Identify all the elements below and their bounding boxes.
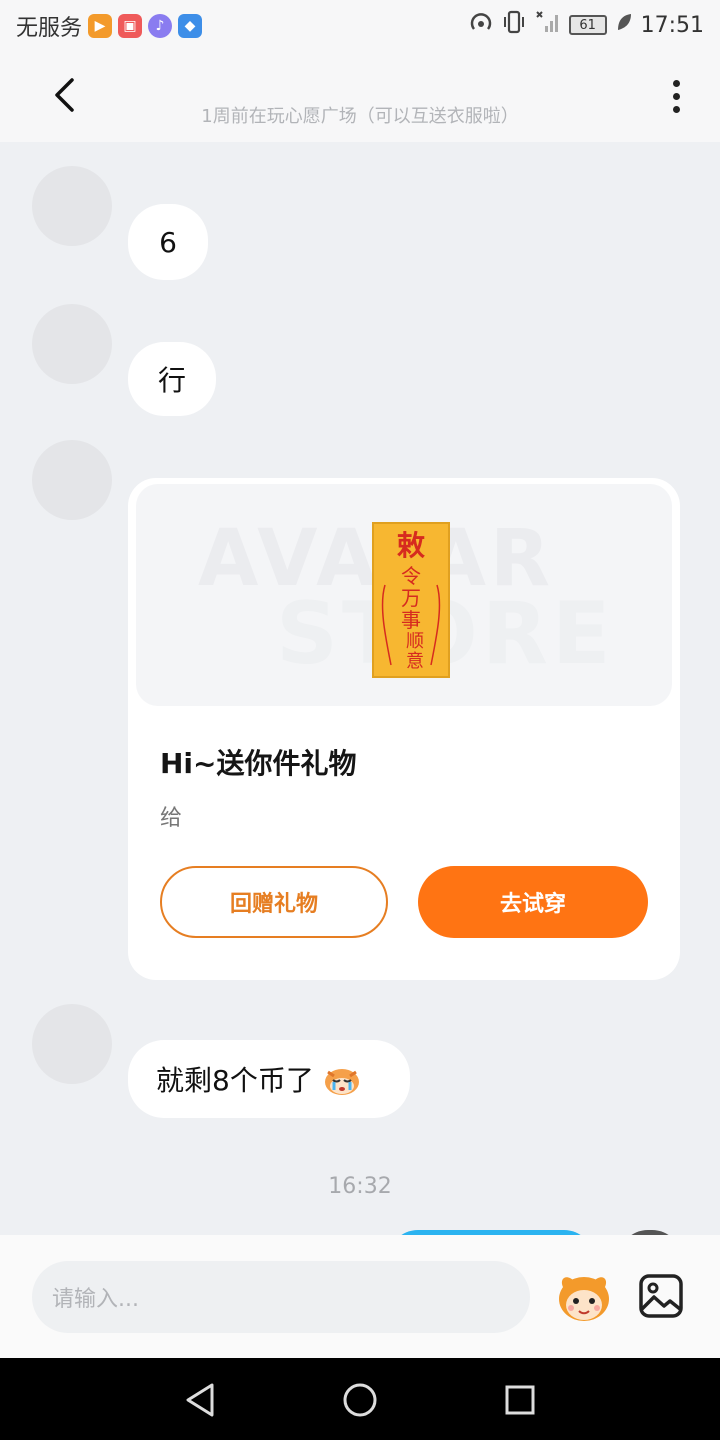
svg-text:顺: 顺 xyxy=(406,631,424,652)
circle-home-icon xyxy=(343,1383,377,1417)
svg-text:令: 令 xyxy=(401,564,421,588)
message-text: 行 xyxy=(157,364,186,397)
video-app-icon: ▶ xyxy=(88,14,113,38)
gift-title: Hi~送你件礼物 xyxy=(160,747,357,780)
chat-status-subtitle: 1周前在玩心愿广场（可以互送衣服啦） xyxy=(201,106,519,127)
shield-app-icon: ◆ xyxy=(178,14,203,38)
more-options-button[interactable] xyxy=(660,74,692,118)
status-bar: 无服务 ▶ ▣ ♪ ◆ 61 17:51 xyxy=(0,0,720,50)
message-text: 6 xyxy=(159,225,177,259)
avatar[interactable] xyxy=(32,440,112,520)
svg-text:意: 意 xyxy=(406,651,424,672)
gift-image: AVATAR STORE 敕 令 万 事 顺 意 xyxy=(136,484,672,706)
nav-home-button[interactable] xyxy=(338,1378,382,1422)
chat-message-list[interactable]: 6 行 AVATAR STORE 敕 令 万 事 顺 意 Hi~送你件礼物 给 xyxy=(0,142,720,1235)
message-input[interactable]: 请输入... xyxy=(32,1261,530,1333)
system-nav-bar xyxy=(0,1358,720,1440)
square-recents-icon xyxy=(505,1385,535,1415)
chat-header: 1周前在玩心愿广场（可以互送衣服啦） xyxy=(0,50,720,142)
mascot-emoji-icon xyxy=(559,1277,609,1321)
avatar[interactable] xyxy=(32,1004,112,1084)
svg-text:万: 万 xyxy=(401,586,421,610)
message-timestamp: 16:32 xyxy=(328,1174,392,1199)
svg-text:事: 事 xyxy=(401,608,421,632)
message-bubble[interactable]: 6 xyxy=(128,204,208,280)
clock-time: 17:51 xyxy=(640,12,704,38)
try-on-button[interactable]: 去试穿 xyxy=(418,866,648,938)
triangle-back-icon xyxy=(186,1383,214,1417)
battery-indicator: 61 xyxy=(568,15,607,35)
message-bubble[interactable]: 行 xyxy=(128,342,216,416)
carrier-label: 无服务 xyxy=(16,16,83,41)
input-placeholder: 请输入... xyxy=(52,1287,139,1312)
nav-back-button[interactable] xyxy=(178,1378,222,1422)
avatar[interactable] xyxy=(32,166,112,246)
hotspot-icon xyxy=(469,11,493,39)
music-app-icon: ♪ xyxy=(148,14,173,38)
signal-icon xyxy=(535,10,561,40)
message-bubble[interactable]: 就剩8个币了 xyxy=(128,1040,410,1118)
message-text: 就剩8个币了 xyxy=(156,1064,314,1097)
avatar[interactable] xyxy=(32,304,112,384)
talisman-icon: 敕 令 万 事 顺 意 xyxy=(381,529,441,672)
crying-emoji-icon xyxy=(324,1069,359,1095)
message-input-bar: 请输入... xyxy=(0,1235,720,1358)
gift-card[interactable]: AVATAR STORE 敕 令 万 事 顺 意 Hi~送你件礼物 给 回赠礼物… xyxy=(128,478,680,980)
svg-text:敕: 敕 xyxy=(397,529,425,562)
more-dots-icon xyxy=(672,79,680,87)
emoji-button[interactable] xyxy=(554,1271,614,1325)
image-icon xyxy=(639,1274,683,1318)
vibrate-icon xyxy=(501,10,527,40)
charm-item: 敕 令 万 事 顺 意 xyxy=(372,522,450,678)
nav-recents-button[interactable] xyxy=(498,1378,542,1422)
gift-subtitle: 给 xyxy=(160,806,183,831)
image-button[interactable] xyxy=(638,1273,684,1319)
tv-app-icon: ▣ xyxy=(118,14,143,38)
return-gift-button[interactable]: 回赠礼物 xyxy=(160,866,388,938)
leaf-icon xyxy=(615,12,633,38)
